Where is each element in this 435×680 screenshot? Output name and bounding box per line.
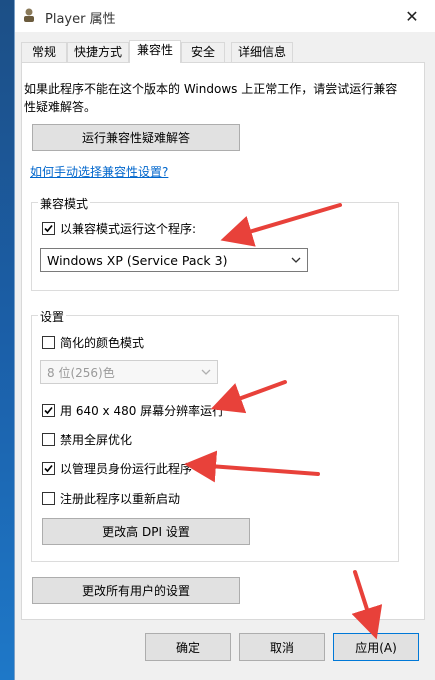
apply-button[interactable]: 应用(A) [333,633,419,661]
chevron-down-icon [291,257,301,263]
title-bar: Player 属性 ✕ [15,0,435,32]
register-restart-checkbox[interactable] [42,492,55,505]
tab-shortcut[interactable]: 快捷方式 [67,42,129,62]
register-restart-row[interactable]: 注册此程序以重新启动 [42,490,180,507]
ok-button[interactable]: 确定 [145,633,231,661]
manual-settings-link[interactable]: 如何手动选择兼容性设置? [30,163,168,180]
reduced-color-checkbox[interactable] [42,336,55,349]
run-640-checkbox[interactable] [42,404,55,417]
desktop-background [0,0,14,680]
color-depth-select: 8 位(256)色 [40,360,218,384]
checkmark-icon [44,224,53,233]
settings-group-label: 设置 [38,308,67,325]
reduced-color-row[interactable]: 简化的颜色模式 [42,334,144,351]
compat-mode-checkbox[interactable] [42,222,55,235]
close-button[interactable]: ✕ [389,0,435,32]
run-as-admin-label: 以管理员身份运行此程序 [60,462,193,476]
window-title: Player 属性 [45,12,116,27]
os-version-select[interactable]: Windows XP (Service Pack 3) [40,248,308,272]
close-icon: ✕ [405,6,419,26]
tab-compatibility[interactable]: 兼容性 [129,40,181,63]
disable-fullscreen-label: 禁用全屏优化 [60,433,133,447]
run-as-admin-row[interactable]: 以管理员身份运行此程序 [42,460,192,477]
compat-mode-group-label: 兼容模式 [38,195,91,212]
intro-text: 如果此程序不能在这个版本的 Windows 上正常工作，请尝试运行兼容性疑难解答… [24,82,398,114]
color-depth-selected: 8 位(256)色 [47,365,115,380]
compat-mode-checkbox-label: 以兼容模式运行这个程序: [60,222,197,236]
run-troubleshooter-button[interactable]: 运行兼容性疑难解答 [32,124,240,151]
tab-details[interactable]: 详细信息 [231,42,293,62]
compat-mode-group [31,202,399,291]
checkmark-icon [44,464,53,473]
player-app-icon [24,8,34,22]
compat-mode-checkbox-row[interactable]: 以兼容模式运行这个程序: [42,220,196,237]
cancel-button[interactable]: 取消 [239,633,325,661]
tab-bar: 常规 快捷方式 兼容性 安全 详细信息 [21,40,435,63]
reduced-color-label: 简化的颜色模式 [60,336,145,350]
run-as-admin-checkbox[interactable] [42,462,55,475]
chevron-down-icon [201,369,211,375]
tab-general[interactable]: 常规 [21,42,67,62]
run-640-label: 用 640 x 480 屏幕分辨率运行 [60,404,225,418]
disable-fullscreen-row[interactable]: 禁用全屏优化 [42,431,132,448]
change-all-users-button[interactable]: 更改所有用户的设置 [32,577,240,604]
checkmark-icon [44,406,53,415]
tab-security[interactable]: 安全 [181,42,225,62]
os-version-selected: Windows XP (Service Pack 3) [47,252,228,268]
register-restart-label: 注册此程序以重新启动 [60,492,181,506]
run-640-row[interactable]: 用 640 x 480 屏幕分辨率运行 [42,402,224,419]
change-dpi-button[interactable]: 更改高 DPI 设置 [42,518,250,545]
disable-fullscreen-checkbox[interactable] [42,433,55,446]
